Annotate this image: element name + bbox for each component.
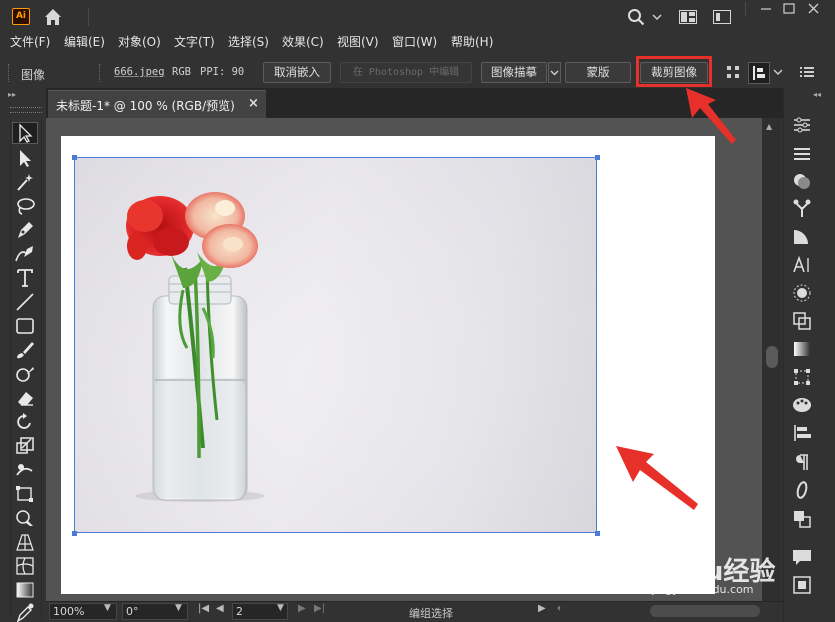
- linked-filename[interactable]: 666.jpeg: [114, 66, 165, 78]
- align-to-icon[interactable]: [748, 62, 770, 84]
- transform-panel-icon[interactable]: [790, 366, 814, 388]
- next-artboard-icon[interactable]: ▶: [298, 603, 306, 614]
- menu-view[interactable]: 视图(V): [337, 34, 379, 52]
- selection-tool-icon[interactable]: [12, 122, 38, 144]
- paintbrush-tool-icon[interactable]: [12, 339, 38, 361]
- scale-tool-icon[interactable]: [12, 435, 38, 457]
- appearance-panel-icon[interactable]: [790, 170, 814, 192]
- shape-builder-tool-icon[interactable]: [12, 507, 38, 529]
- last-artboard-icon[interactable]: ▶|: [314, 603, 325, 614]
- placed-image-carnation-in-jar[interactable]: [74, 157, 597, 533]
- magic-wand-tool-icon[interactable]: [12, 171, 38, 193]
- panel-menu-icon[interactable]: [800, 66, 814, 78]
- paragraph-panel-icon[interactable]: [790, 451, 814, 473]
- maximize-icon[interactable]: [775, 0, 803, 18]
- scroll-up-icon[interactable]: ▲: [766, 122, 772, 131]
- gradient-panel-icon[interactable]: [790, 338, 814, 360]
- image-trace-button[interactable]: 图像描摹: [481, 62, 547, 83]
- chevron-down-icon[interactable]: ▼: [104, 603, 111, 613]
- vertical-scroll-thumb[interactable]: [766, 346, 778, 368]
- artboards-panel-icon[interactable]: [790, 574, 814, 596]
- menu-window[interactable]: 窗口(W): [392, 34, 437, 52]
- menu-help[interactable]: 帮助(H): [451, 34, 493, 52]
- collapse-toolbar-icon[interactable]: ▸▸: [8, 90, 16, 99]
- first-artboard-icon[interactable]: |◀: [198, 603, 209, 614]
- status-menu-icon[interactable]: ▶: [538, 603, 546, 614]
- title-divider: [745, 2, 746, 16]
- home-icon[interactable]: [42, 7, 64, 27]
- menu-object[interactable]: 对象(O): [118, 34, 161, 52]
- align-panel-icon[interactable]: [790, 422, 814, 444]
- app-logo: Ai: [12, 8, 30, 25]
- rectangle-tool-icon[interactable]: [12, 315, 38, 337]
- color-guide-panel-icon[interactable]: [790, 226, 814, 248]
- chevron-down-icon[interactable]: [773, 66, 783, 78]
- menu-file[interactable]: 文件(F): [10, 34, 50, 52]
- menu-effect[interactable]: 效果(C): [282, 34, 324, 52]
- image-trace-dropdown[interactable]: [548, 62, 561, 83]
- free-transform-tool-icon[interactable]: [12, 483, 38, 505]
- mesh-tool-icon[interactable]: [12, 555, 38, 577]
- stroke-panel-icon[interactable]: [790, 282, 814, 304]
- scroll-left-icon[interactable]: ‹: [557, 603, 561, 614]
- chevron-down-icon[interactable]: ▼: [175, 603, 182, 613]
- horizontal-scroll-thumb[interactable]: [650, 605, 760, 617]
- selection-handle[interactable]: [595, 531, 600, 536]
- annotation-arrows: [616, 88, 736, 510]
- transform-grid-icon[interactable]: [726, 65, 740, 79]
- eyedropper-tool-icon[interactable]: [12, 601, 38, 622]
- curvature-tool-icon[interactable]: [12, 243, 38, 265]
- warp-tool-icon[interactable]: [12, 459, 38, 481]
- toolbar-grip[interactable]: [10, 107, 42, 113]
- panel-grip[interactable]: [8, 64, 10, 82]
- selection-handle[interactable]: [72, 531, 77, 536]
- links-panel-icon[interactable]: [790, 507, 814, 529]
- comments-panel-icon[interactable]: [790, 546, 814, 568]
- perspective-grid-tool-icon[interactable]: [12, 531, 38, 553]
- lasso-tool-icon[interactable]: [12, 195, 38, 217]
- workspace-layout-icon[interactable]: [679, 10, 697, 24]
- opentype-panel-icon[interactable]: [790, 479, 814, 501]
- line-tool-icon[interactable]: [12, 291, 38, 313]
- status-text: 编组选择: [409, 607, 453, 620]
- title-divider: [88, 8, 89, 26]
- pen-tool-icon[interactable]: [12, 219, 38, 241]
- character-panel-icon[interactable]: [790, 254, 814, 276]
- menu-edit[interactable]: 编辑(E): [64, 34, 105, 52]
- symbols-panel-icon[interactable]: [790, 197, 814, 219]
- shaper-tool-icon[interactable]: [12, 363, 38, 385]
- search-icon[interactable]: [627, 8, 645, 26]
- title-bar: [0, 0, 835, 34]
- unembed-button[interactable]: 取消嵌入: [263, 62, 331, 83]
- rotate-tool-icon[interactable]: [12, 411, 38, 433]
- close-icon[interactable]: [800, 0, 828, 18]
- panel-grip: [99, 64, 101, 82]
- gradient-tool-icon[interactable]: [12, 579, 38, 601]
- swatches-panel-icon[interactable]: [790, 394, 814, 416]
- color-mode-label: RGB: [172, 66, 191, 78]
- previous-artboard-icon[interactable]: ◀: [216, 603, 224, 614]
- menu-type[interactable]: 文字(T): [174, 34, 215, 52]
- selection-handle[interactable]: [72, 155, 77, 160]
- watermark-url: jingyan.baidu.com: [652, 583, 754, 596]
- collapse-panels-icon[interactable]: ◂◂: [813, 90, 821, 99]
- layers-panel-icon[interactable]: [790, 143, 814, 165]
- document-tab-title[interactable]: 未标题-1* @ 100 % (RGB/预览): [56, 97, 235, 114]
- ppi-label: PPI: 90: [200, 66, 245, 78]
- direct-selection-tool-icon[interactable]: [12, 147, 38, 169]
- pathfinder-panel-icon[interactable]: [790, 310, 814, 332]
- chevron-down-icon[interactable]: ▼: [277, 603, 284, 613]
- tab-close-icon[interactable]: ×: [248, 96, 259, 111]
- panel-toggle-icon[interactable]: [713, 10, 731, 24]
- properties-panel-icon[interactable]: [790, 114, 814, 136]
- chevron-down-icon[interactable]: [651, 10, 663, 24]
- menu-select[interactable]: 选择(S): [228, 34, 269, 52]
- eraser-tool-icon[interactable]: [12, 387, 38, 409]
- type-tool-icon[interactable]: [12, 267, 38, 289]
- object-type-label: 图像: [21, 68, 46, 82]
- edit-in-photoshop-button[interactable]: 在 Photoshop 中编辑: [340, 62, 472, 83]
